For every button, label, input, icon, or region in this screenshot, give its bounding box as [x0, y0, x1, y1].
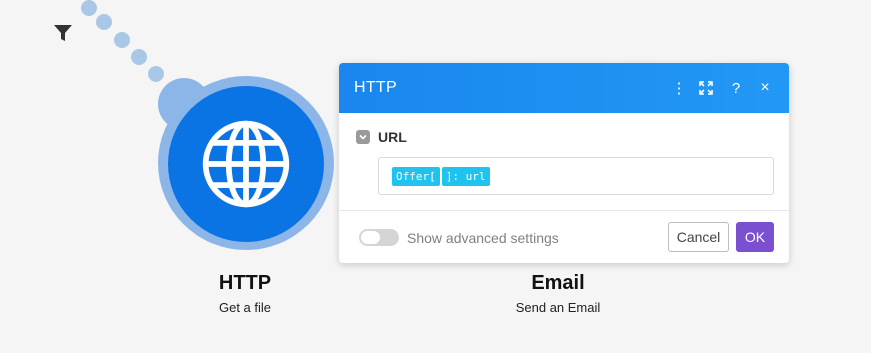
http-module-title: HTTP	[218, 272, 272, 294]
filter-icon[interactable]	[52, 22, 74, 44]
advanced-settings-row: Show advanced settings	[359, 229, 559, 246]
expand-icon[interactable]	[696, 77, 716, 99]
url-field-label: URL	[378, 129, 407, 145]
module-settings-dialog: HTTP ⋮ ? × URL Offer[]: url Show advanc…	[339, 63, 789, 263]
connector-dot	[131, 49, 147, 65]
chevron-down-icon[interactable]	[356, 130, 370, 144]
ok-button[interactable]: OK	[736, 222, 774, 252]
cancel-button[interactable]: Cancel	[668, 222, 729, 252]
divider	[339, 210, 789, 211]
advanced-settings-toggle[interactable]	[359, 229, 399, 246]
help-icon[interactable]: ?	[726, 77, 746, 99]
url-input[interactable]: Offer[ ]: url	[378, 157, 774, 195]
more-vertical-icon[interactable]: ⋮	[669, 77, 689, 99]
advanced-settings-label: Show advanced settings	[407, 229, 559, 246]
http-module-subtitle: Get a file	[218, 300, 272, 315]
dialog-header[interactable]: HTTP ⋮ ? ×	[339, 63, 789, 113]
http-module-circle[interactable]	[168, 86, 324, 242]
mapped-value-pill[interactable]: Offer[	[392, 166, 440, 186]
connector-dot	[96, 14, 112, 30]
connector-dot	[81, 0, 97, 16]
connector-dot	[148, 66, 164, 82]
email-module-title: Email	[531, 272, 585, 294]
globe-icon	[202, 120, 290, 208]
connector-dot	[114, 32, 130, 48]
scenario-canvas[interactable]: HTTP Get a file Email Send an Email HTTP…	[0, 0, 871, 353]
mapped-value-pill[interactable]: ]: url	[441, 166, 490, 186]
dialog-title: HTTP	[354, 79, 397, 96]
email-module-subtitle: Send an Email	[515, 300, 601, 315]
close-icon[interactable]: ×	[755, 77, 775, 99]
toggle-knob	[361, 231, 380, 244]
url-field-header: URL	[356, 129, 407, 145]
